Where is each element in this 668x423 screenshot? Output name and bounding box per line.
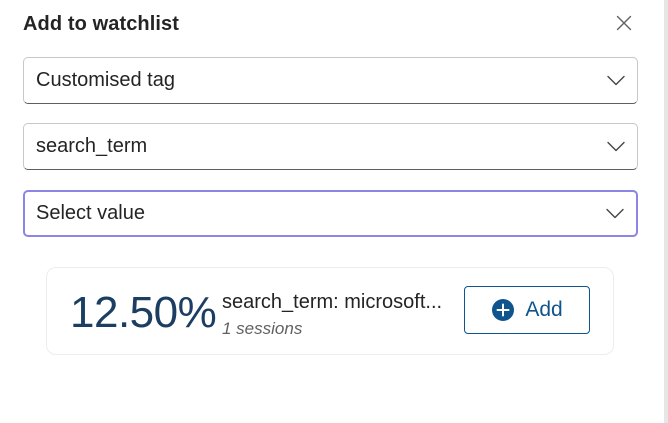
close-button[interactable] xyxy=(610,11,638,39)
tag-name-select[interactable]: search_term xyxy=(23,123,638,170)
tag-value-select-placeholder: Select value xyxy=(36,202,145,224)
dialog-title: Add to watchlist xyxy=(23,13,180,35)
add-button[interactable]: Add xyxy=(464,286,590,334)
add-button-label: Add xyxy=(525,298,563,321)
chevron-down-icon xyxy=(606,208,624,220)
tag-type-select-value: Customised tag xyxy=(36,69,175,91)
tag-name-select-value: search_term xyxy=(36,135,148,157)
tag-value-select[interactable]: Select value xyxy=(23,190,638,237)
chevron-down-icon xyxy=(607,75,625,87)
chevron-down-icon xyxy=(607,141,625,153)
result-card: 12.50% search_term: microsoft... 1 sessi… xyxy=(46,267,614,355)
tag-type-select[interactable]: Customised tag xyxy=(23,57,638,104)
add-to-watchlist-panel: Add to watchlist Customised tag search_t… xyxy=(0,0,668,423)
percentage-value: 12.50% xyxy=(70,288,217,337)
result-term: search_term: microsoft... xyxy=(222,291,443,313)
panel-edge xyxy=(664,0,668,423)
session-count: 1 sessions xyxy=(222,319,303,338)
close-icon xyxy=(616,15,632,36)
plus-circle-icon xyxy=(491,298,515,322)
